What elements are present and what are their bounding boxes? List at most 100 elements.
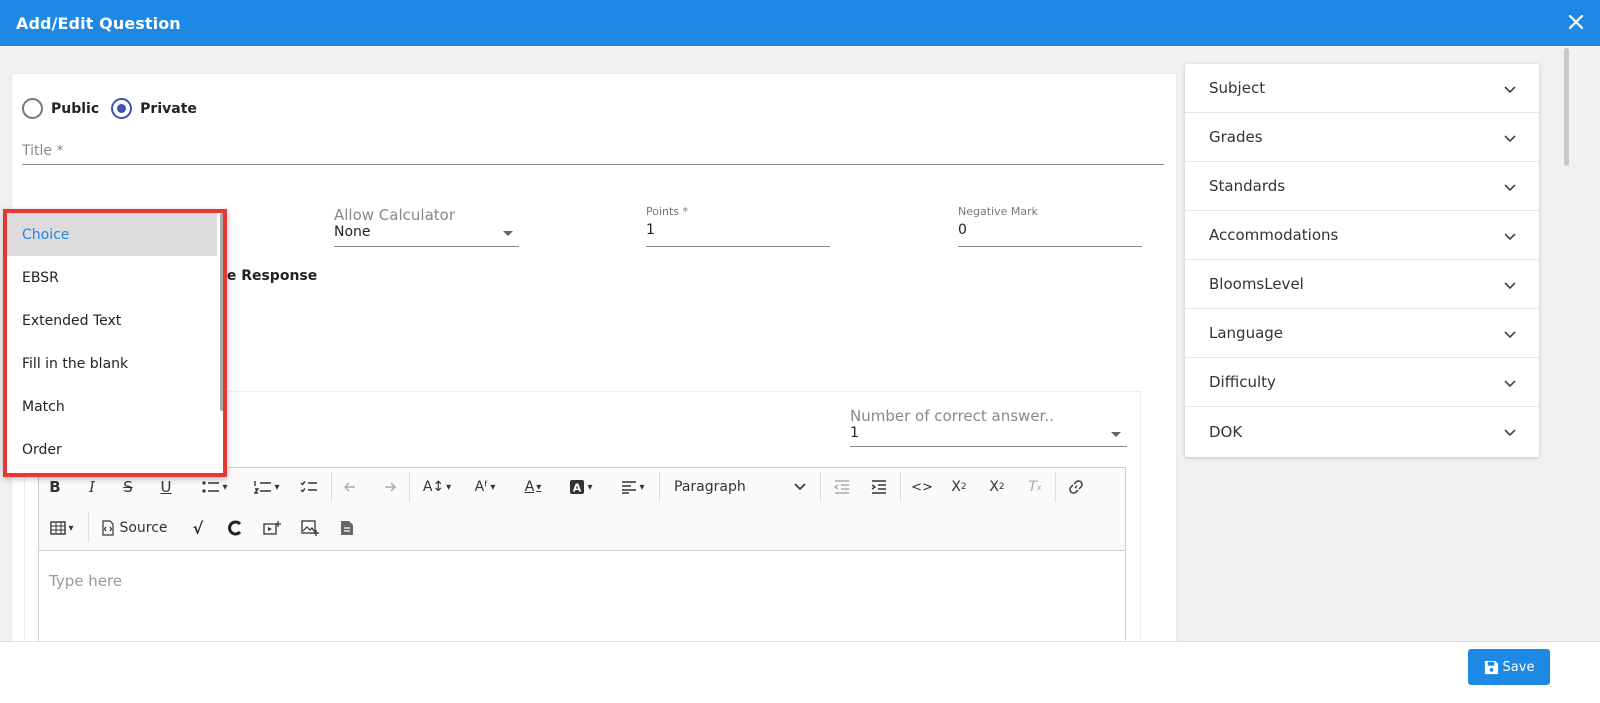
points-input[interactable]: 1 xyxy=(646,222,830,247)
negative-mark-input[interactable]: 0 xyxy=(958,222,1142,247)
close-icon[interactable] xyxy=(1566,12,1586,32)
title-field xyxy=(22,140,1164,165)
accordion-language[interactable]: Language xyxy=(1185,309,1539,358)
accordion-standards[interactable]: Standards xyxy=(1185,162,1539,211)
save-icon xyxy=(1484,660,1498,674)
math-equation-icon[interactable]: √ xyxy=(188,515,208,541)
todo-list-icon[interactable] xyxy=(298,474,320,500)
correct-answers-label: Number of correct answer.. xyxy=(850,407,1054,425)
option-fill-in-the-blank[interactable]: Fill in the blank xyxy=(7,342,217,385)
accordion-label: Difficulty xyxy=(1209,373,1276,391)
accordion-accommodations[interactable]: Accommodations xyxy=(1185,211,1539,260)
toolbar-separator xyxy=(409,472,410,502)
accordion-label: BloomsLevel xyxy=(1209,275,1304,293)
allow-calculator-select[interactable]: None xyxy=(334,224,519,247)
multiple-response-label[interactable]: ple Response xyxy=(212,268,317,284)
toolbar-separator xyxy=(659,472,660,502)
insert-image-icon[interactable] xyxy=(300,515,320,541)
chevron-down-icon xyxy=(1504,233,1516,241)
public-radio[interactable] xyxy=(22,98,43,119)
font-family-icon[interactable]: Aᶠ ▾ xyxy=(466,474,504,500)
link-icon[interactable] xyxy=(1066,474,1086,500)
accordion-blooms-level[interactable]: BloomsLevel xyxy=(1185,260,1539,309)
italic-icon[interactable]: I xyxy=(84,474,100,500)
option-ebsr[interactable]: EBSR xyxy=(7,256,217,299)
allow-calculator-value: None xyxy=(334,224,371,240)
chemistry-icon[interactable] xyxy=(226,515,246,541)
dialog-footer xyxy=(0,641,1600,703)
dialog-header: Add/Edit Question xyxy=(0,0,1600,46)
superscript-icon[interactable]: X2 xyxy=(986,474,1008,500)
toolbar-separator xyxy=(88,512,89,542)
outdent-icon[interactable] xyxy=(832,474,852,500)
option-order[interactable]: Order xyxy=(7,428,217,471)
visibility-radio-group: Public Private xyxy=(22,98,209,119)
paragraph-format-select[interactable]: Paragraph xyxy=(666,474,812,500)
font-size-icon[interactable]: A↕ ▾ xyxy=(418,474,456,500)
strikethrough-icon[interactable]: S xyxy=(120,474,136,500)
source-icon xyxy=(102,520,115,536)
accordion-label: Grades xyxy=(1209,128,1263,146)
private-radio[interactable] xyxy=(111,98,133,119)
dropdown-scrollbar[interactable] xyxy=(220,213,223,411)
option-extended-text[interactable]: Extended Text xyxy=(7,299,217,342)
save-button[interactable]: Save xyxy=(1468,649,1550,685)
code-icon[interactable]: <> xyxy=(911,474,933,500)
remove-format-icon[interactable]: Tx xyxy=(1024,474,1046,500)
font-color-icon[interactable]: A ▾ xyxy=(514,474,552,500)
question-type-dropdown: Choice EBSR Extended Text Fill in the bl… xyxy=(3,209,227,477)
toolbar-separator xyxy=(331,472,332,502)
paragraph-format-label: Paragraph xyxy=(674,479,746,495)
option-choice[interactable]: Choice xyxy=(7,213,217,256)
align-icon[interactable]: ▾ xyxy=(614,474,652,500)
accordion-label: Standards xyxy=(1209,177,1286,195)
save-label: Save xyxy=(1502,659,1535,675)
chevron-down-icon xyxy=(1504,380,1516,388)
metadata-accordion: Subject Grades Standards Accommodations … xyxy=(1185,64,1539,457)
accordion-difficulty[interactable]: Difficulty xyxy=(1185,358,1539,407)
accordion-label: DOK xyxy=(1209,422,1243,441)
page-scrollbar[interactable] xyxy=(1564,48,1569,166)
dropdown-arrow-icon xyxy=(1111,432,1121,437)
accordion-dok[interactable]: DOK xyxy=(1185,407,1539,456)
correct-answers-select[interactable]: 1 xyxy=(850,425,1127,447)
numbered-list-icon[interactable]: ▾ xyxy=(246,474,288,500)
bulleted-list-icon[interactable]: ▾ xyxy=(194,474,236,500)
title-input[interactable] xyxy=(22,143,1164,159)
table-icon[interactable]: ▾ xyxy=(44,515,80,541)
allow-calculator-label: Allow Calculator xyxy=(334,206,455,224)
accordion-label: Language xyxy=(1209,324,1284,342)
points-label: Points * xyxy=(646,205,689,218)
chevron-down-icon xyxy=(1504,331,1516,339)
document-icon[interactable] xyxy=(338,515,356,541)
chevron-down-icon xyxy=(1504,282,1516,290)
option-match[interactable]: Match xyxy=(7,385,217,428)
chevron-down-icon xyxy=(1504,135,1516,143)
redo-icon[interactable] xyxy=(378,474,398,500)
correct-answers-value: 1 xyxy=(850,425,859,441)
toolbar-separator xyxy=(820,472,821,502)
accordion-grades[interactable]: Grades xyxy=(1185,113,1539,162)
source-label: Source xyxy=(119,520,168,536)
indent-icon[interactable] xyxy=(869,474,889,500)
background-color-icon[interactable]: A ▾ xyxy=(562,474,600,500)
toolbar-separator xyxy=(900,472,901,502)
subscript-icon[interactable]: X2 xyxy=(948,474,970,500)
underline-icon[interactable]: U xyxy=(158,474,174,500)
accordion-subject[interactable]: Subject xyxy=(1185,64,1539,113)
chevron-down-icon xyxy=(1504,429,1516,437)
svg-text:A: A xyxy=(573,482,582,495)
source-button[interactable]: Source xyxy=(98,515,170,541)
accordion-label: Accommodations xyxy=(1209,226,1339,244)
editor-placeholder: Type here xyxy=(49,572,123,590)
public-radio-label[interactable]: Public xyxy=(51,101,99,117)
accordion-label: Subject xyxy=(1209,79,1266,97)
chevron-down-icon xyxy=(1504,86,1516,94)
dialog-title: Add/Edit Question xyxy=(16,13,181,33)
undo-icon[interactable] xyxy=(342,474,362,500)
question-text-editor[interactable]: Type here xyxy=(38,551,1126,654)
dropdown-arrow-icon xyxy=(503,231,513,236)
private-radio-label[interactable]: Private xyxy=(140,101,197,117)
insert-media-icon[interactable] xyxy=(262,515,282,541)
bold-icon[interactable]: B xyxy=(46,474,64,500)
